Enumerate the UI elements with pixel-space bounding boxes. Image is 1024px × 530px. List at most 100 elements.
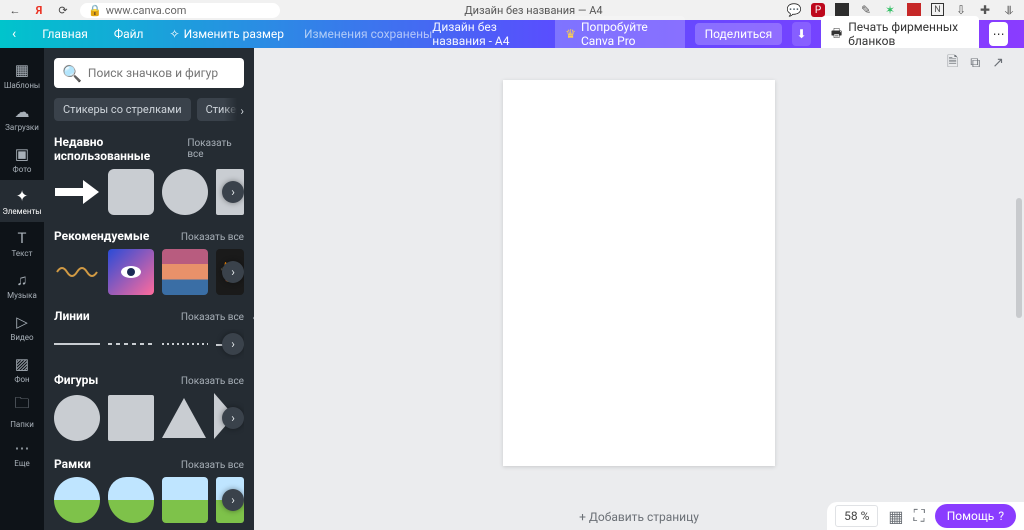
element-frame-circle[interactable] xyxy=(54,477,100,523)
canvas-area: 🗎 ⧉ ↗ + Добавить страницу 58 % ▦ ⛶ Помощ… xyxy=(254,48,1024,530)
rail-music[interactable]: ♫Музыка xyxy=(0,264,44,306)
resize-button[interactable]: ✧Изменить размер xyxy=(164,27,290,41)
rail-background[interactable]: ▨Фон xyxy=(0,348,44,390)
row-scroll-lines[interactable]: › xyxy=(222,333,244,355)
help-button[interactable]: Помощь? xyxy=(935,504,1016,528)
print-button[interactable]: 🖶Печать фирменных бланков xyxy=(821,16,979,52)
browser-reload-icon[interactable]: ⟳ xyxy=(56,4,70,17)
row-scroll-recent[interactable]: › xyxy=(222,181,244,203)
element-line-dashed[interactable] xyxy=(108,343,154,345)
section-recommended-showall[interactable]: Показать все xyxy=(181,232,244,243)
browser-extensions: 💬 P ✎ ✶ N ⇩ ✚ ⥥ xyxy=(787,3,1016,17)
element-shape-circle[interactable] xyxy=(54,395,100,441)
rail-photo[interactable]: ▣Фото xyxy=(0,138,44,180)
section-shapes-showall[interactable]: Показать все xyxy=(181,376,244,387)
row-scroll-shapes[interactable]: › xyxy=(222,407,244,429)
fullscreen-icon[interactable]: ⛶ xyxy=(914,506,925,526)
section-frames-title: Рамки xyxy=(54,457,91,471)
squiggle-icon xyxy=(55,262,99,282)
try-pro-button[interactable]: ♛Попробуйте Canva Pro xyxy=(555,16,684,52)
ext-save-icon[interactable]: ⇩ xyxy=(954,3,968,17)
element-square[interactable] xyxy=(108,169,154,215)
zoom-level[interactable]: 58 % xyxy=(835,505,878,527)
left-rail: ▦Шаблоны ☁Загрузки ▣Фото ✦Элементы TТекс… xyxy=(0,48,44,530)
dots-icon: ⋯ xyxy=(993,27,1005,41)
ext-pencil-icon[interactable]: ✎ xyxy=(859,3,873,17)
row-scroll-recommended[interactable]: › xyxy=(222,261,244,283)
app-top-bar: ‹ Главная Файл ✧Изменить размер Изменени… xyxy=(0,20,1024,48)
ext-abbyy-icon[interactable] xyxy=(907,3,921,17)
download-icon: ⬇ xyxy=(797,27,807,41)
element-faces[interactable] xyxy=(162,249,208,295)
ext-notion-icon[interactable]: N xyxy=(931,3,944,16)
url-bar[interactable]: 🔒 www.canva.com xyxy=(80,3,280,18)
folders-icon: 🗀 xyxy=(14,393,29,418)
rail-elements[interactable]: ✦Элементы xyxy=(0,180,44,222)
crown-icon: ♛ xyxy=(565,27,576,41)
eye-icon xyxy=(116,257,146,287)
row-scroll-frames[interactable]: › xyxy=(222,489,244,511)
home-button[interactable]: Главная xyxy=(36,27,94,41)
download-button[interactable]: ⬇ xyxy=(792,22,811,46)
ext-sync-icon[interactable]: ✚ xyxy=(978,3,992,17)
rail-folders[interactable]: 🗀Папки xyxy=(0,390,44,432)
ext-feedback-icon[interactable]: 💬 xyxy=(787,3,801,17)
open-icon[interactable]: ↗ xyxy=(992,55,1004,71)
chip-scroll-right[interactable]: › xyxy=(224,98,244,121)
text-icon: T xyxy=(18,229,27,247)
notes-icon[interactable]: 🗎 xyxy=(947,51,958,75)
document-title[interactable]: Дизайн без названия - A4 xyxy=(432,20,545,48)
music-icon: ♫ xyxy=(16,271,27,289)
duplicate-page-icon[interactable]: ⧉ xyxy=(970,55,980,71)
more-options-button[interactable]: ⋯ xyxy=(989,22,1008,46)
element-eye-blob[interactable] xyxy=(108,249,154,295)
page-1[interactable] xyxy=(503,80,775,466)
element-circle[interactable] xyxy=(162,169,208,215)
rail-video[interactable]: ▷Видео xyxy=(0,306,44,348)
lock-icon: 🔒 xyxy=(88,4,102,17)
rail-uploads[interactable]: ☁Загрузки xyxy=(0,96,44,138)
more-icon: ⋯ xyxy=(15,439,30,457)
element-frame-blob[interactable] xyxy=(108,477,154,523)
ext-download-icon[interactable]: ⥥ xyxy=(1002,3,1016,17)
resize-icon: ✧ xyxy=(170,27,180,41)
section-lines: Линии Показать все › xyxy=(54,309,244,359)
element-arrow[interactable] xyxy=(54,169,100,215)
chip-arrows[interactable]: Стикеры со стрелками xyxy=(54,98,191,121)
save-status: Изменения сохранены xyxy=(304,27,432,41)
section-lines-showall[interactable]: Показать все xyxy=(181,312,244,323)
browser-back-icon[interactable]: ← xyxy=(8,4,22,17)
ext-evernote-dark-icon[interactable] xyxy=(835,3,849,17)
elements-icon: ✦ xyxy=(16,187,29,205)
back-button[interactable]: ‹ xyxy=(6,26,22,42)
grid-view-icon[interactable]: ▦ xyxy=(888,507,903,526)
ext-pinterest-icon[interactable]: P xyxy=(811,3,825,17)
footer-bar: 58 % ▦ ⛶ Помощь? xyxy=(827,502,1024,530)
yandex-icon[interactable]: Я xyxy=(32,4,46,17)
element-line-dotted[interactable] xyxy=(162,343,208,345)
search-box[interactable]: 🔍 xyxy=(54,58,244,88)
element-shape-triangle[interactable] xyxy=(162,398,206,438)
element-shape-square[interactable] xyxy=(108,395,154,441)
element-frame-square[interactable] xyxy=(162,477,208,523)
section-shapes: Фигуры Показать все › xyxy=(54,373,244,443)
browser-tab-title: Дизайн без названия — A4 xyxy=(290,4,777,17)
vertical-scrollbar[interactable] xyxy=(1016,198,1022,318)
search-icon: 🔍 xyxy=(62,64,82,83)
share-button[interactable]: Поделиться xyxy=(695,23,783,45)
element-squiggle[interactable] xyxy=(54,249,100,295)
ext-evernote-icon[interactable]: ✶ xyxy=(883,3,897,17)
rail-more[interactable]: ⋯Еще xyxy=(0,432,44,474)
element-line-solid[interactable] xyxy=(54,343,100,345)
section-recent-showall[interactable]: Показать все xyxy=(187,138,244,160)
rail-text[interactable]: TТекст xyxy=(0,222,44,264)
panel-collapse-handle[interactable]: ‹ xyxy=(247,299,254,339)
canvas-viewport[interactable] xyxy=(254,78,1024,504)
file-menu[interactable]: Файл xyxy=(108,27,150,41)
section-recommended-title: Рекомендуемые xyxy=(54,229,149,243)
section-frames-showall[interactable]: Показать все xyxy=(181,460,244,471)
photo-icon: ▣ xyxy=(15,145,29,163)
search-input[interactable] xyxy=(88,66,244,80)
triangle-icon xyxy=(162,398,206,438)
rail-templates[interactable]: ▦Шаблоны xyxy=(0,54,44,96)
